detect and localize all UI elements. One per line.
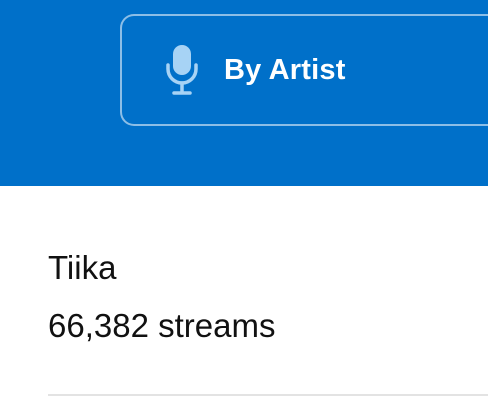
by-artist-filter-button[interactable]: By Artist [120, 14, 488, 126]
list-item[interactable]: Tiika 66,382 streams [48, 248, 488, 346]
artist-name: Tiika [48, 249, 117, 286]
microphone-icon [164, 43, 200, 97]
results-list: Tiika 66,382 streams [0, 186, 488, 418]
header-bar: By Artist [0, 0, 488, 186]
filter-button-label: By Artist [224, 53, 346, 86]
row-divider [48, 394, 488, 396]
stream-count: 66,382 streams [48, 307, 276, 344]
